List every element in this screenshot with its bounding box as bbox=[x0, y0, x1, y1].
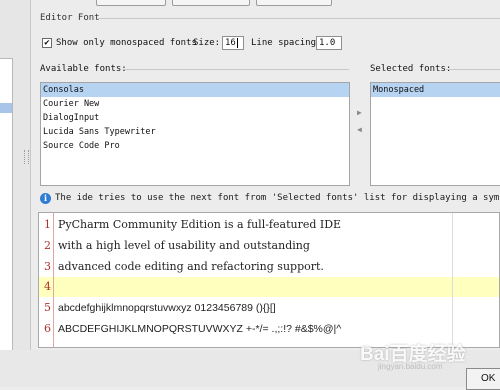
selected-fonts-label: Selected fonts: bbox=[370, 64, 452, 74]
move-left-arrow-icon[interactable]: ◀ bbox=[357, 125, 362, 134]
font-item-source-code-pro[interactable]: Source Code Pro bbox=[41, 139, 349, 153]
font-item-dialoginput[interactable]: DialogInput bbox=[41, 111, 349, 125]
preview-line-2: 2 with a high level of usability and out… bbox=[39, 236, 499, 256]
size-label: Size: bbox=[193, 38, 221, 48]
font-item-monospaced[interactable]: Monospaced bbox=[371, 83, 500, 97]
font-item-courier-new[interactable]: Courier New bbox=[41, 97, 349, 111]
line-spacing-label: Line spacing: bbox=[251, 38, 322, 48]
info-icon: i bbox=[40, 193, 51, 204]
available-fonts-list[interactable]: Consolas Courier New DialogInput Lucida … bbox=[40, 82, 350, 186]
monospaced-label: Show only monospaced fonts bbox=[56, 38, 197, 48]
splitter-handle[interactable] bbox=[24, 150, 29, 164]
baidu-watermark-url: jingyan.baidu.com bbox=[378, 362, 443, 371]
selected-fonts-list[interactable]: Monospaced bbox=[370, 82, 500, 186]
font-size-value: 16 bbox=[225, 38, 236, 48]
section-divider bbox=[98, 18, 500, 19]
top-button-3[interactable] bbox=[256, 0, 332, 6]
line-spacing-input[interactable]: 1.0 bbox=[316, 36, 342, 50]
line-number-gutter bbox=[39, 213, 54, 347]
available-fonts-divider bbox=[124, 69, 349, 70]
text-caret bbox=[236, 37, 238, 48]
top-button-2[interactable] bbox=[172, 0, 250, 6]
selected-fonts-divider bbox=[446, 69, 500, 70]
preview-line-1: 1 PyCharm Community Edition is a full-fe… bbox=[39, 215, 499, 235]
line-text: advanced code editing and refactoring su… bbox=[58, 260, 324, 273]
top-button-1[interactable] bbox=[96, 0, 166, 6]
line-text: abcdefghijklmnopqrstuvwxyz 0123456789 ()… bbox=[58, 302, 276, 314]
editor-font-section-title: Editor Font bbox=[40, 13, 100, 23]
settings-tree-selected-item[interactable] bbox=[0, 103, 12, 113]
line-text: ABCDEFGHIJKLMNOPQRSTUVWXYZ +-*/= .,;:!? … bbox=[58, 323, 342, 335]
line-text: PyCharm Community Edition is a full-feat… bbox=[58, 218, 342, 231]
font-preview-editor[interactable]: 1 PyCharm Community Edition is a full-fe… bbox=[38, 212, 500, 348]
font-item-consolas[interactable]: Consolas bbox=[41, 83, 349, 97]
preview-line-4-current: 4 bbox=[39, 277, 499, 297]
available-fonts-label: Available fonts: bbox=[40, 64, 127, 74]
monospaced-checkbox[interactable]: ✔ bbox=[42, 38, 52, 48]
font-size-input[interactable]: 16 bbox=[222, 36, 244, 50]
right-margin-guide bbox=[452, 213, 453, 347]
line-text: with a high level of usability and outst… bbox=[58, 239, 310, 252]
preview-line-5: 5 abcdefghijklmnopqrstuvwxyz 0123456789 … bbox=[39, 298, 499, 318]
font-item-lucida-sans-typewriter[interactable]: Lucida Sans Typewriter bbox=[41, 125, 349, 139]
move-right-arrow-icon[interactable]: ▶ bbox=[357, 108, 362, 117]
preview-line-3: 3 advanced code editing and refactoring … bbox=[39, 257, 499, 277]
fallback-info-text: The ide tries to use the next font from … bbox=[55, 193, 500, 203]
preview-line-6: 6 ABCDEFGHIJKLMNOPQRSTUVWXYZ +-*/= .,;:!… bbox=[39, 319, 499, 339]
